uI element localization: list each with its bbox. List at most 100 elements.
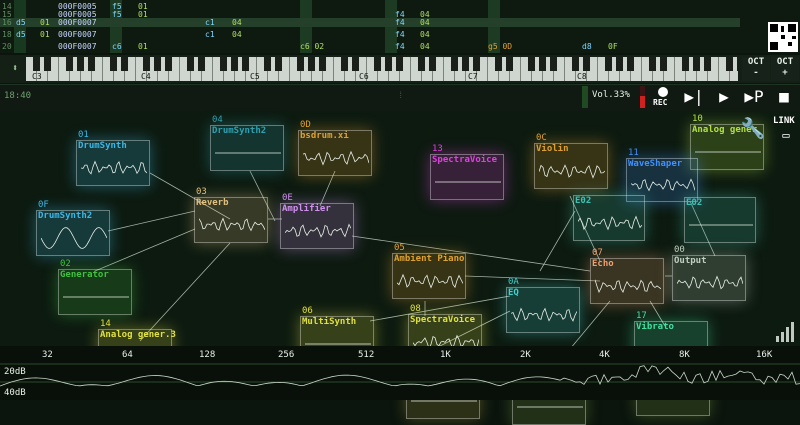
piano-white-key[interactable] (169, 57, 180, 81)
module-id: 10 (692, 114, 703, 124)
module-id: 04 (212, 115, 223, 125)
piano-white-key[interactable] (202, 57, 213, 81)
module-waveform (303, 143, 369, 173)
module-waveform (595, 271, 661, 301)
module-name: Reverb (196, 198, 229, 208)
piano-white-key[interactable] (631, 57, 642, 81)
module-waveform (539, 156, 605, 186)
cell-value: 000F0007 (58, 18, 97, 27)
cell-note: f4 (395, 18, 405, 27)
freq-label: 1K (440, 350, 451, 360)
module-id: 0C (536, 133, 547, 143)
cell-value: 0F (608, 42, 618, 51)
pattern-editor[interactable]: 14 000F0005 f5 01 15 000F0005 f5 01 f4 0… (0, 0, 800, 53)
module-id: 06 (302, 306, 313, 316)
module-waveform (578, 208, 642, 238)
volume-label[interactable]: Vol.33% (592, 90, 630, 100)
level-meter (582, 86, 588, 108)
module-name: Violin (536, 144, 569, 154)
octave-label: C8 (577, 72, 587, 81)
module-id: 0D (300, 120, 311, 130)
cell-value: 01 (138, 42, 148, 51)
module-id: 0E (282, 193, 293, 203)
freq-label: 8K (679, 350, 690, 360)
piano-white-key[interactable] (48, 57, 59, 81)
cell-value: 04 (232, 18, 242, 27)
row-number: 18 (2, 30, 12, 39)
wrench-icon[interactable]: 🔧 (738, 114, 768, 142)
cell-note: d5 (16, 30, 26, 39)
module-name: WaveShaper (628, 159, 682, 169)
cell-note: c1 (205, 30, 215, 39)
piano-white-key[interactable] (554, 57, 565, 81)
piano-white-key[interactable] (587, 57, 598, 81)
volume-meter-fill (640, 96, 645, 108)
octave-up-button[interactable]: OCT + (771, 57, 799, 81)
cell-value: 04 (420, 18, 430, 27)
cell-value: 04 (232, 30, 242, 39)
play-from-start-icon[interactable]: ▶| (680, 86, 708, 108)
time-display: 18:40 (4, 91, 31, 101)
cell-value: 000F0007 (58, 42, 97, 51)
module-id: 01 (78, 130, 89, 140)
module-name: bsdrum.xi (300, 131, 349, 141)
stop-icon[interactable]: ■ (770, 86, 798, 108)
module-id: 0F (38, 200, 49, 210)
play-pattern-icon[interactable]: ▶P (740, 86, 768, 108)
freq-label: 256 (278, 350, 294, 360)
module-name: Vibrato (636, 322, 674, 332)
piano-white-key[interactable] (125, 57, 136, 81)
module-name: Generator (60, 270, 109, 280)
module-name: Analog gener.3 (100, 330, 176, 340)
pattern-row[interactable]: 18 d5 01 000F0007 c1 04 f4 04 (0, 30, 740, 39)
level-bars-icon[interactable] (774, 320, 796, 342)
module-id: 0A (508, 277, 519, 287)
play-icon[interactable]: ▶ (710, 86, 738, 108)
pattern-row-current[interactable]: 16 d5 01 000F0007 c1 04 f4 04 (0, 18, 740, 27)
freq-label: 2K (520, 350, 531, 360)
octave-down-button[interactable]: OCT - (742, 57, 770, 81)
piano-white-key[interactable] (664, 57, 675, 81)
cell-value: 01 (40, 30, 50, 39)
cell-value: 04 (420, 42, 430, 51)
piano-white-key[interactable] (477, 57, 488, 81)
module-name: Amplifier (282, 204, 331, 214)
module-name: Ambient Piano (394, 254, 464, 264)
record-label: REC (653, 98, 667, 107)
qr-code-icon[interactable] (768, 22, 798, 52)
piano-white-key[interactable] (708, 57, 719, 81)
module-waveform (41, 223, 107, 253)
piano-white-key[interactable] (323, 57, 334, 81)
pattern-row[interactable]: 20 000F0007 c6 01 c6 02 f4 04 g5 0D d8 0… (0, 42, 740, 51)
row-number: 16 (2, 18, 12, 27)
module-waveform (689, 210, 753, 240)
octave-label: C3 (32, 72, 42, 81)
piano-black-key[interactable] (737, 57, 738, 71)
module-waveform (215, 138, 281, 168)
module-id: 13 (432, 144, 443, 154)
volume-meter (640, 86, 645, 108)
module-id: 05 (394, 243, 405, 253)
cell-note: c1 (205, 18, 215, 27)
piano-white-key[interactable] (433, 57, 444, 81)
piano-keyboard[interactable] (26, 57, 738, 81)
link-label[interactable]: LINK (773, 116, 795, 126)
module-name: SpectraVoice (432, 155, 497, 165)
drag-handle-icon[interactable]: ⁞ (398, 91, 403, 101)
module-waveform (511, 300, 577, 330)
piano-white-key[interactable] (279, 57, 290, 81)
record-button[interactable]: REC (650, 86, 676, 110)
cell-value: 01 (40, 18, 50, 27)
link-chevron-icon[interactable]: ▭ (776, 128, 796, 142)
module-waveform (81, 153, 147, 183)
cell-note: d8 (582, 42, 592, 51)
octave-label: C4 (141, 72, 151, 81)
module-waveform (397, 266, 463, 296)
module-waveform (63, 282, 129, 312)
module-id: 03 (196, 187, 207, 197)
expand-icon[interactable]: ⬍ (6, 60, 24, 78)
piano-white-key[interactable] (510, 57, 521, 81)
piano-white-key[interactable] (92, 57, 103, 81)
piano-white-key[interactable] (400, 57, 411, 81)
module-name: SpectraVoice (410, 315, 475, 325)
